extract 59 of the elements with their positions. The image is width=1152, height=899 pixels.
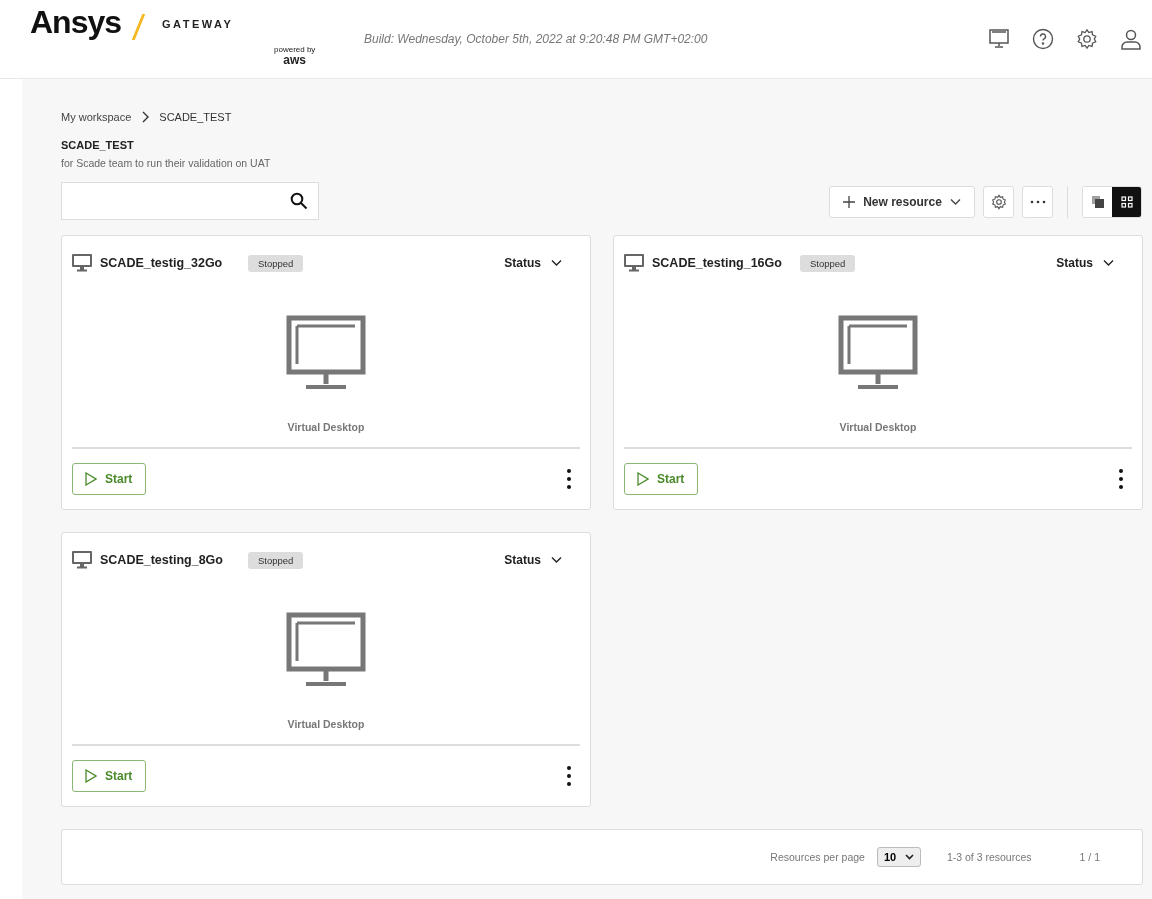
start-button[interactable]: Start [624,463,698,495]
status-dropdown[interactable]: Status [498,255,568,271]
chevron-down-icon [904,854,914,860]
product-name: GATEWAY [162,18,234,30]
resource-type: Virtual Desktop [287,421,365,433]
aws-logo: powered by aws [274,46,316,66]
kebab-menu-icon[interactable] [566,468,572,490]
monitor-icon[interactable] [988,28,1010,50]
settings-button[interactable] [983,186,1014,218]
status-dropdown[interactable]: Status [1050,255,1120,271]
desktop-monitor-icon [286,315,366,391]
workspace-title: SCADE_TEST [61,139,135,151]
resource-name: SCADE_testig_32Go [100,256,224,270]
start-button[interactable]: Start [72,463,146,495]
new-resource-button[interactable]: New resource [829,186,975,218]
status-badge: Stopped [248,551,304,569]
status-dropdown[interactable]: Status [498,552,568,568]
per-page-label: Resources per page [770,851,865,863]
chevron-down-icon [551,556,562,564]
plus-icon [843,196,856,208]
monitor-icon [624,254,644,272]
play-icon [637,472,649,486]
settings-icon[interactable] [1076,28,1098,50]
chevron-down-icon [949,198,961,206]
resource-type: Virtual Desktop [287,718,365,730]
build-info: Build: Wednesday, October 5th, 2022 at 9:20:48 PM GMT+02:00 [364,32,708,46]
brand-logo: Ansys [30,4,122,41]
search-icon[interactable] [290,192,308,210]
result-range: 1-3 of 3 resources [946,851,1032,863]
desktop-monitor-icon [286,612,366,688]
resource-name: SCADE_testing_16Go [652,256,783,270]
resource-name: SCADE_testing_8Go [100,553,224,567]
search-field[interactable] [61,182,319,220]
start-button[interactable]: Start [72,760,146,792]
grid-icon [1120,196,1133,208]
kebab-menu-icon[interactable] [566,765,572,787]
monitor-icon [72,254,92,272]
grid-view-button[interactable] [1112,187,1141,217]
kebab-menu-icon[interactable] [1118,468,1124,490]
workspace-description: for Scade team to run their validation on UAT [61,157,272,169]
breadcrumb-item: SCADE_TEST [159,111,232,123]
settings-icon [990,194,1007,210]
chevron-right-icon [141,111,150,123]
page-indicator: 1 / 1 [1079,851,1100,863]
status-badge: Stopped [800,254,856,272]
desktop-monitor-icon [838,315,918,391]
per-page-select[interactable]: 10 [876,847,921,867]
monitor-icon [72,551,92,569]
play-icon [85,472,97,486]
play-icon [85,769,97,783]
stacked-squares-icon [1091,196,1104,208]
status-badge: Stopped [248,254,304,272]
more-icon [1029,200,1046,204]
breadcrumb-item[interactable]: My workspace [61,111,132,123]
user-icon[interactable] [1120,28,1142,50]
chevron-down-icon [1103,259,1114,267]
resource-type: Virtual Desktop [839,421,917,433]
chevron-down-icon [551,259,562,267]
help-icon[interactable] [1032,28,1054,50]
